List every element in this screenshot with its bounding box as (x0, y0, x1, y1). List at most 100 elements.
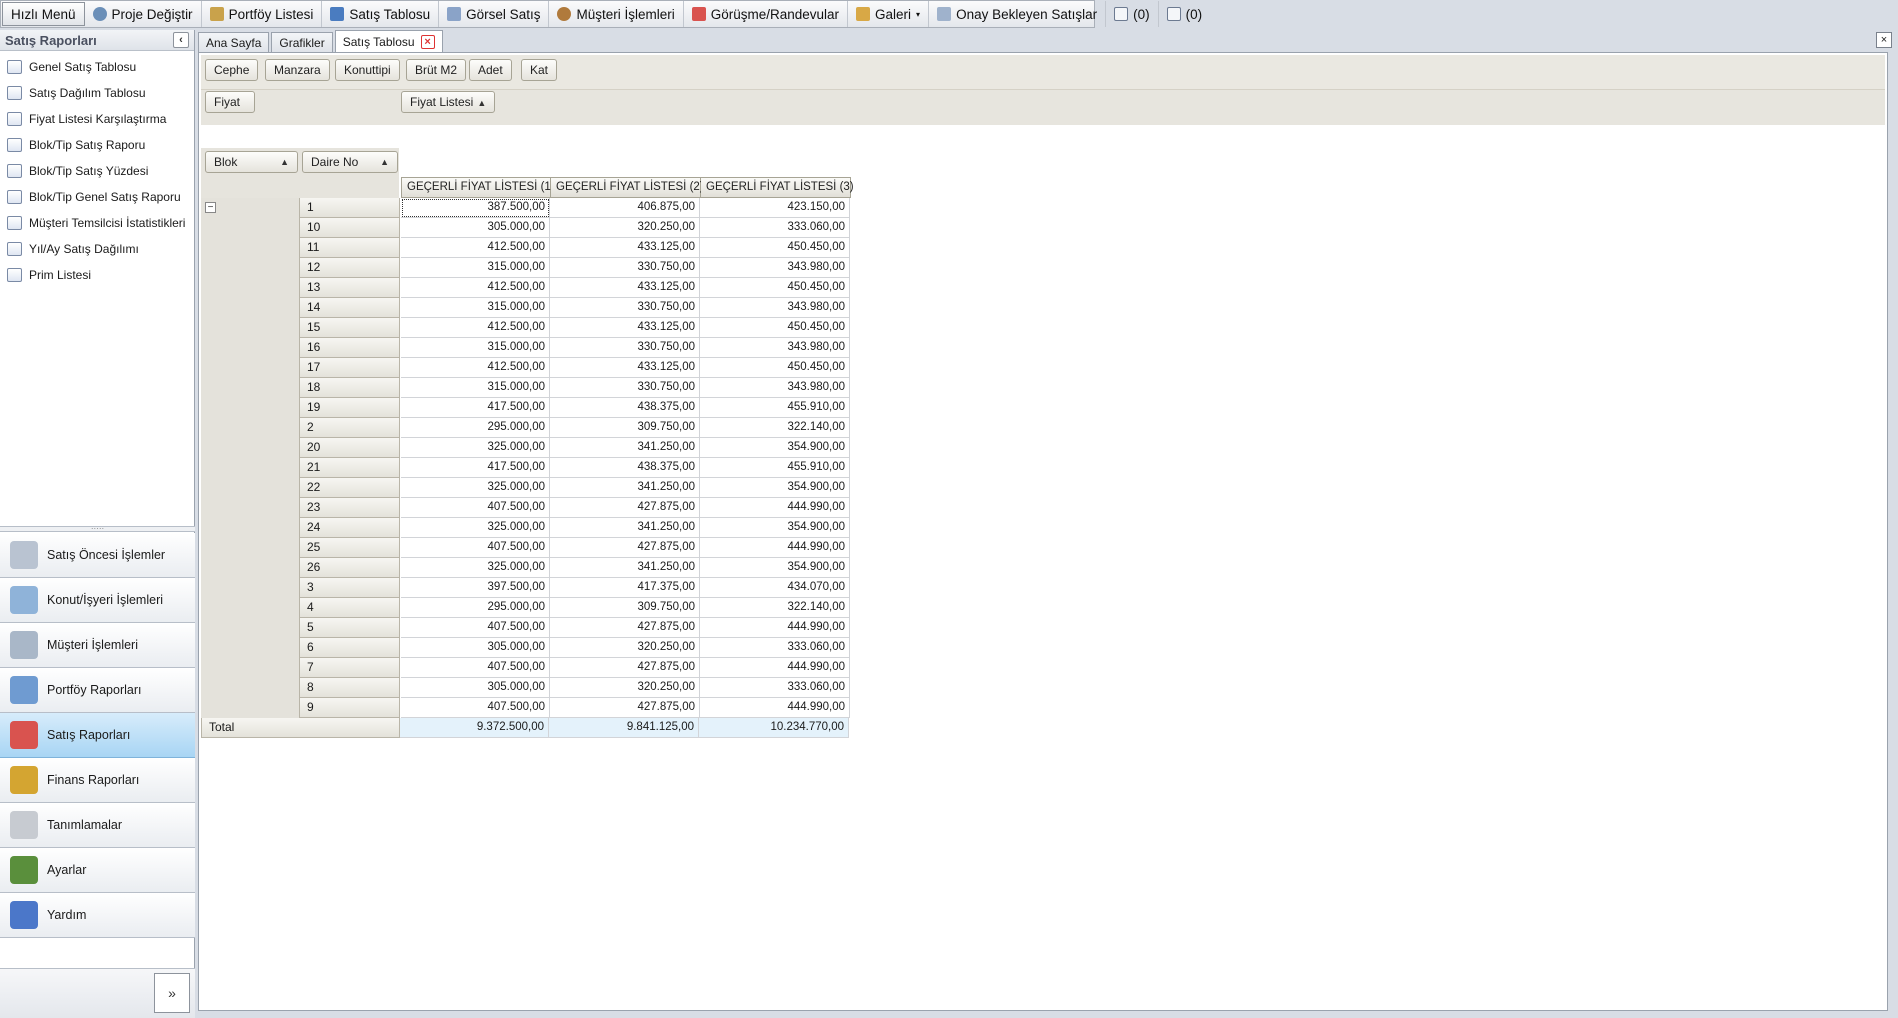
column-header-3[interactable]: GEÇERLİ FİYAT LİSTESİ (3) (701, 177, 854, 198)
total-cell-3[interactable]: 10.234.770,00 (699, 718, 849, 738)
row-header-daire-no[interactable]: 26 (300, 558, 400, 578)
data-cell[interactable]: 305.000,00 (401, 638, 550, 658)
row-header-daire-no[interactable]: 8 (300, 678, 400, 698)
column-field-fiyat-listesi[interactable]: Fiyat Listesi ▲ (401, 91, 496, 113)
report-item[interactable]: Prim Listesi (0, 262, 194, 288)
data-cell[interactable]: 427.875,00 (550, 538, 700, 558)
portfolio-list-button[interactable]: Portföy Listesi (202, 1, 323, 27)
appointments-button[interactable]: Görüşme/Randevular (684, 1, 849, 27)
data-cell[interactable]: 315.000,00 (401, 338, 550, 358)
data-cell[interactable]: 387.500,00 (401, 198, 550, 218)
collapse-group-icon[interactable]: − (205, 202, 216, 213)
data-cell[interactable]: 305.000,00 (401, 678, 550, 698)
nav-section[interactable]: Finans Raporları (0, 758, 195, 803)
row-header-daire-no[interactable]: 15 (300, 318, 400, 338)
data-cell[interactable]: 427.875,00 (550, 618, 700, 638)
data-cell[interactable]: 315.000,00 (401, 298, 550, 318)
data-cell[interactable]: 322.140,00 (700, 598, 850, 618)
row-header-daire-no[interactable]: 13 (300, 278, 400, 298)
data-cell[interactable]: 433.125,00 (550, 278, 700, 298)
data-cell[interactable]: 444.990,00 (700, 618, 850, 638)
sales-table-button[interactable]: Satış Tablosu (322, 1, 440, 27)
panel-splitter[interactable]: ····· (0, 525, 195, 533)
row-header-daire-no[interactable]: 22 (300, 478, 400, 498)
data-cell[interactable]: 450.450,00 (700, 318, 850, 338)
filter-field-adet[interactable]: Adet (469, 59, 512, 81)
data-cell[interactable]: 343.980,00 (700, 378, 850, 398)
close-window-icon[interactable]: × (1876, 32, 1892, 48)
data-cell[interactable]: 434.070,00 (700, 578, 850, 598)
row-header-daire-no[interactable]: 19 (300, 398, 400, 418)
data-cell[interactable]: 407.500,00 (401, 618, 550, 638)
nav-section[interactable]: Konut/İşyeri İşlemleri (0, 578, 195, 623)
nav-section[interactable]: Müşteri İşlemleri (0, 623, 195, 668)
row-header-daire-no[interactable]: 12 (300, 258, 400, 278)
data-cell[interactable]: 315.000,00 (401, 258, 550, 278)
total-cell-1[interactable]: 9.372.500,00 (400, 718, 549, 738)
tab-charts[interactable]: Grafikler (271, 32, 333, 52)
data-cell[interactable]: 330.750,00 (550, 378, 700, 398)
data-cell[interactable]: 438.375,00 (550, 458, 700, 478)
data-cell[interactable]: 325.000,00 (401, 478, 550, 498)
data-cell[interactable]: 412.500,00 (401, 358, 550, 378)
data-cell[interactable]: 407.500,00 (401, 538, 550, 558)
report-item[interactable]: Genel Satış Tablosu (0, 54, 194, 80)
row-header-daire-no[interactable]: 3 (300, 578, 400, 598)
data-cell[interactable]: 309.750,00 (550, 418, 700, 438)
nav-section[interactable]: Yardım (0, 893, 195, 938)
data-cell[interactable]: 295.000,00 (401, 418, 550, 438)
data-cell[interactable]: 322.140,00 (700, 418, 850, 438)
data-cell[interactable]: 295.000,00 (401, 598, 550, 618)
row-header-daire-no[interactable]: 10 (300, 218, 400, 238)
row-header-daire-no[interactable]: 16 (300, 338, 400, 358)
data-cell[interactable]: 412.500,00 (401, 318, 550, 338)
data-cell[interactable]: 444.990,00 (700, 698, 850, 718)
nav-section[interactable]: Satış Öncesi İşlemler (0, 533, 195, 578)
data-cell[interactable]: 412.500,00 (401, 238, 550, 258)
nav-section[interactable]: Satış Raporları (0, 713, 195, 758)
outgoing-messages-button[interactable]: (0) (1106, 1, 1159, 27)
row-header-daire-no[interactable]: 24 (300, 518, 400, 538)
data-cell[interactable]: 330.750,00 (550, 338, 700, 358)
data-cell[interactable]: 417.500,00 (401, 458, 550, 478)
filter-field-kat[interactable]: Kat (521, 59, 558, 81)
nav-section[interactable]: Tanımlamalar (0, 803, 195, 848)
collapse-panel-button[interactable]: ‹ (173, 32, 189, 48)
data-cell[interactable]: 320.250,00 (550, 678, 700, 698)
quick-menu-button[interactable]: Hızlı Menü (2, 2, 85, 26)
project-switch-button[interactable]: Proje Değiştir (85, 1, 202, 27)
data-cell[interactable]: 427.875,00 (550, 498, 700, 518)
tab-sales-table[interactable]: Satış Tablosu × (334, 30, 443, 52)
data-cell[interactable]: 325.000,00 (401, 518, 550, 538)
row-header-daire-no[interactable]: 17 (300, 358, 400, 378)
row-header-daire-no[interactable]: 5 (300, 618, 400, 638)
close-tab-icon[interactable]: × (420, 34, 435, 49)
data-cell[interactable]: 330.750,00 (550, 258, 700, 278)
row-header-daire-no[interactable]: 2 (300, 418, 400, 438)
row-header-daire-no[interactable]: 6 (300, 638, 400, 658)
data-cell[interactable]: 407.500,00 (401, 658, 550, 678)
filter-field-brut-m2[interactable]: Brüt M2 (406, 59, 467, 81)
row-header-daire-no[interactable]: 18 (300, 378, 400, 398)
data-cell[interactable]: 438.375,00 (550, 398, 700, 418)
nav-section[interactable]: Portföy Raporları (0, 668, 195, 713)
data-cell[interactable]: 333.060,00 (700, 678, 850, 698)
row-header-daire-no[interactable]: 20 (300, 438, 400, 458)
data-cell[interactable]: 433.125,00 (550, 358, 700, 378)
data-cell[interactable]: 320.250,00 (550, 218, 700, 238)
data-cell[interactable]: 444.990,00 (700, 538, 850, 558)
data-cell[interactable]: 330.750,00 (550, 298, 700, 318)
row-field-daire-no[interactable]: Daire No ▲ (302, 151, 398, 173)
data-cell[interactable]: 427.875,00 (550, 658, 700, 678)
gallery-dropdown[interactable]: Galeri ▾ (848, 1, 930, 27)
data-cell[interactable]: 343.980,00 (700, 298, 850, 318)
report-item[interactable]: Müşteri Temsilcisi İstatistikleri (0, 210, 194, 236)
data-cell[interactable]: 450.450,00 (700, 238, 850, 258)
row-header-daire-no[interactable]: 9 (300, 698, 400, 718)
data-cell[interactable]: 450.450,00 (700, 278, 850, 298)
row-header-daire-no[interactable]: 14 (300, 298, 400, 318)
data-cell[interactable]: 333.060,00 (700, 638, 850, 658)
data-cell[interactable]: 320.250,00 (550, 638, 700, 658)
row-header-daire-no[interactable]: 23 (300, 498, 400, 518)
row-header-daire-no[interactable]: 7 (300, 658, 400, 678)
